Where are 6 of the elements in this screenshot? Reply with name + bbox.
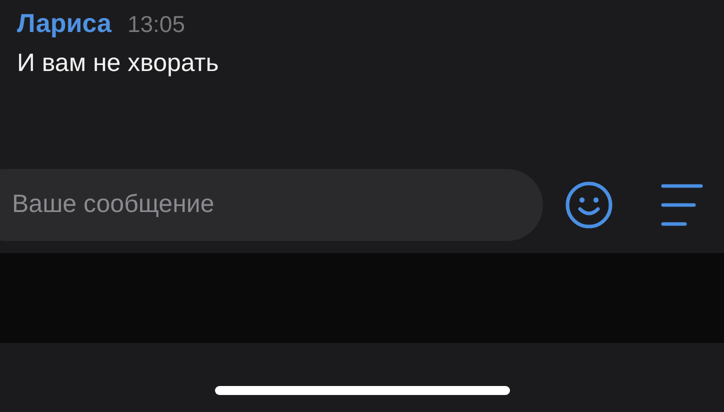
message-time: 13:05 <box>127 11 186 38</box>
message-input[interactable]: Ваше сообщение <box>0 168 543 240</box>
message-text: И вам не хворать <box>17 49 220 78</box>
menu-icon[interactable] <box>661 182 703 226</box>
emoji-icon[interactable] <box>565 180 613 228</box>
author-name: Лариса <box>17 8 112 39</box>
